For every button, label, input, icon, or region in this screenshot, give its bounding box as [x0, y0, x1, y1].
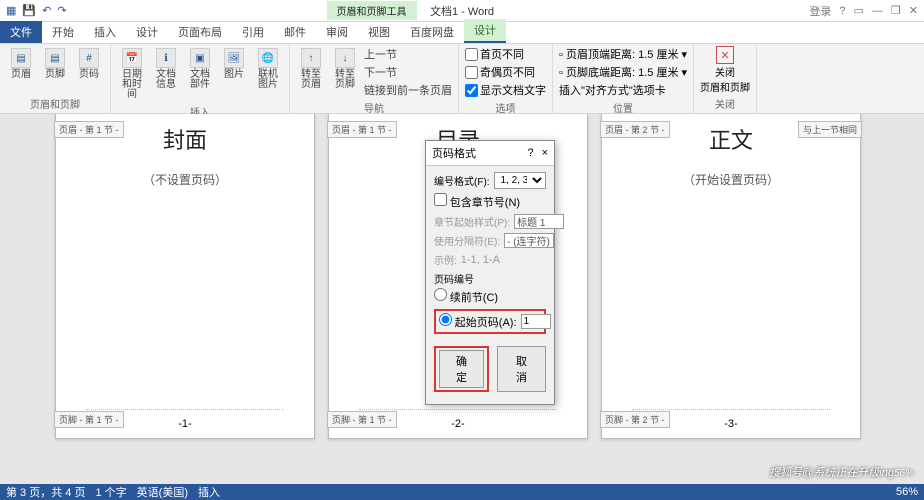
p1-footer-tag: 页脚 - 第 1 节 -	[54, 411, 124, 428]
footer-button[interactable]: ▤页脚	[40, 46, 70, 82]
docinfo-button[interactable]: ℹ文档信息	[151, 46, 181, 92]
goto-footer-button[interactable]: ↓转至页脚	[330, 46, 360, 92]
goto-header-button[interactable]: ↑转至页眉	[296, 46, 326, 92]
onlinepic-button[interactable]: 🌐联机图片	[253, 46, 283, 92]
p2-pageno: -2-	[451, 418, 464, 430]
word-icon: ▦	[6, 4, 16, 17]
example-value: 1-1, 1-A	[461, 254, 500, 266]
page-1: 页眉 - 第 1 节 - 封面 （不设置页码） 页脚 - 第 1 节 - -1-	[55, 114, 315, 439]
close-x-icon: ✕	[716, 46, 734, 64]
prev-section[interactable]: 上一节	[364, 46, 452, 62]
page-3: 页眉 - 第 2 节 - 与上一节相同 正文 （开始设置页码） 页脚 - 第 2…	[601, 114, 861, 439]
dialog-close-icon[interactable]: ×	[542, 147, 548, 159]
continue-radio[interactable]: 续前节(C)	[434, 288, 498, 305]
link-previous[interactable]: 链接到前一条页眉	[364, 82, 452, 98]
status-zoom[interactable]: 56%	[896, 486, 918, 498]
footer-bottom-row[interactable]: ▫ 页脚底端距离: 1.5 厘米 ▾	[559, 64, 687, 80]
status-pages[interactable]: 第 3 页，共 4 页	[6, 484, 85, 500]
format-select[interactable]: 1, 2, 3, ...	[494, 172, 546, 189]
save-icon[interactable]: 💾	[22, 4, 36, 17]
group-position-label: 位置	[559, 98, 687, 115]
status-insert[interactable]: 插入	[198, 484, 220, 500]
picture-button[interactable]: 🖼图片	[219, 46, 249, 82]
p1-sub: （不设置页码）	[56, 171, 314, 188]
start-at-radio[interactable]: 起始页码(A):	[439, 313, 517, 330]
pagenum-legend: 页码编号	[434, 271, 474, 288]
p2-footer-tag: 页脚 - 第 1 节 -	[327, 411, 397, 428]
example-label: 示例:	[434, 252, 457, 267]
tab-design[interactable]: 设计	[126, 21, 168, 43]
login-link[interactable]: 登录	[809, 3, 831, 19]
next-section[interactable]: 下一节	[364, 64, 452, 80]
p2-header-tag: 页眉 - 第 1 节 -	[327, 121, 397, 138]
status-lang[interactable]: 英语(美国)	[137, 484, 188, 500]
group-close-label: 关闭	[700, 94, 750, 111]
minimize-icon[interactable]: —	[872, 5, 883, 17]
watermark: 搜狐号@系统正在升级ing56%	[769, 463, 914, 480]
p3-same-tag: 与上一节相同	[798, 121, 862, 138]
show-doc-check[interactable]: 显示文档文字	[465, 82, 546, 98]
start-at-field[interactable]	[521, 314, 551, 329]
restore-icon[interactable]: ❐	[891, 4, 901, 17]
separator-field	[504, 233, 554, 248]
redo-icon[interactable]: ↷	[57, 4, 66, 17]
p3-footer-tag: 页脚 - 第 2 节 -	[600, 411, 670, 428]
diff-first-check[interactable]: 首页不同	[465, 46, 546, 62]
datetime-button[interactable]: 📅日期和时间	[117, 46, 147, 102]
tab-references[interactable]: 引用	[232, 21, 274, 43]
dialog-title: 页码格式	[432, 145, 527, 161]
tab-home[interactable]: 开始	[42, 21, 84, 43]
chapter-style-label: 章节起始样式(P):	[434, 214, 510, 229]
pagenumber-button[interactable]: #页码	[74, 46, 104, 82]
group-options-label: 选项	[465, 98, 546, 115]
header-button[interactable]: ▤页眉	[6, 46, 36, 82]
ribbon-options-icon[interactable]: ▭	[854, 4, 864, 17]
p3-pageno: -3-	[724, 418, 737, 430]
chapter-style-field	[514, 214, 564, 229]
insert-align-tab[interactable]: 插入"对齐方式"选项卡	[559, 82, 687, 98]
cancel-button[interactable]: 取消	[497, 346, 546, 392]
tab-layout[interactable]: 页面布局	[168, 21, 232, 43]
undo-icon[interactable]: ↶	[42, 4, 51, 17]
p3-header-tag: 页眉 - 第 2 节 -	[600, 121, 670, 138]
tab-mailings[interactable]: 邮件	[274, 21, 316, 43]
group-hf-label: 页眉和页脚	[6, 94, 104, 111]
ok-button[interactable]: 确定	[439, 350, 484, 388]
p1-header-tag: 页眉 - 第 1 节 -	[54, 121, 124, 138]
tab-insert[interactable]: 插入	[84, 21, 126, 43]
diff-oddeven-check[interactable]: 奇偶页不同	[465, 64, 546, 80]
tab-context-design[interactable]: 设计	[464, 19, 506, 43]
format-label: 编号格式(F):	[434, 173, 490, 188]
docpart-button[interactable]: ▣文档部件	[185, 46, 215, 92]
separator-label: 使用分隔符(E):	[434, 233, 500, 248]
tab-baidu[interactable]: 百度网盘	[400, 21, 464, 43]
header-top-row[interactable]: ▫ 页眉顶端距离: 1.5 厘米 ▾	[559, 46, 687, 62]
tab-review[interactable]: 审阅	[316, 21, 358, 43]
help-icon[interactable]: ?	[839, 5, 845, 17]
tool-context-label: 页眉和页脚工具	[327, 1, 417, 20]
p1-pageno: -1-	[178, 418, 191, 430]
tab-file[interactable]: 文件	[0, 21, 42, 43]
document-title: 文档1 - Word	[430, 3, 494, 19]
status-words[interactable]: 1 个字	[95, 484, 126, 500]
include-chapter-check[interactable]: 包含章节号(N)	[434, 193, 520, 210]
p3-sub: （开始设置页码）	[602, 171, 860, 188]
group-nav-label: 导航	[296, 98, 452, 115]
tab-view[interactable]: 视图	[358, 21, 400, 43]
close-icon[interactable]: ✕	[909, 4, 918, 17]
page-number-format-dialog: 页码格式 ? × 编号格式(F): 1, 2, 3, ... 包含章节号(N) …	[425, 140, 555, 405]
dialog-help-icon[interactable]: ?	[527, 147, 533, 159]
close-hf-button[interactable]: ✕ 关闭 页眉和页脚	[700, 46, 750, 94]
